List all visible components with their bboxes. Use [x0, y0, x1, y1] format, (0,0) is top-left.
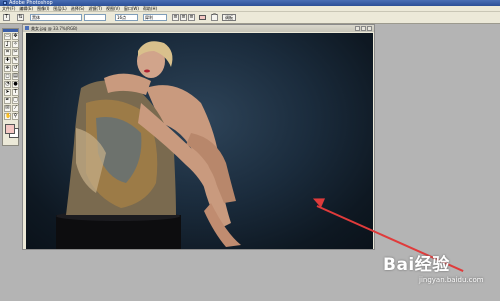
maximize-icon[interactable] [361, 26, 366, 31]
menu-window[interactable]: 窗口(W) [124, 6, 139, 12]
image-canvas[interactable] [26, 33, 373, 249]
palettes-button[interactable]: 调板 [222, 14, 236, 21]
stamp-tool[interactable]: ⎈ [4, 65, 11, 72]
document-titlebar[interactable]: 美女.jpg @ 33.7%(RGB) [23, 25, 374, 32]
document-title: 美女.jpg @ 33.7%(RGB) [31, 26, 78, 31]
path-select-tool[interactable]: ➤ [4, 89, 11, 96]
zoom-tool[interactable]: ⚲ [12, 113, 19, 120]
font-size-select[interactable]: 16点 [115, 14, 138, 21]
font-family-select[interactable]: 黑体 [30, 14, 82, 21]
watermark-url: jingyan.baidu.com [419, 276, 484, 284]
tool-grid: ▭ ✥ ʆ ✧ ⌗ ✂ ✚ ✎ ⎈ ↺ ◻ ▤ ◔ ● ➤ T ✒ ▢ ✉ ⁄ ✋ ⚲ [3, 32, 19, 121]
align-right-icon[interactable]: ≡ [188, 14, 195, 21]
menu-layer[interactable]: 图层(L) [53, 6, 66, 12]
lasso-tool[interactable]: ʆ [4, 41, 11, 48]
menu-image[interactable]: 图像(I) [37, 6, 49, 12]
watermark: Bai经验 jingyan.baidu.com [383, 250, 498, 298]
history-brush-tool[interactable]: ↺ [12, 65, 19, 72]
menu-view[interactable]: 视图(V) [106, 6, 120, 12]
magic-wand-tool[interactable]: ✧ [12, 41, 19, 48]
foreground-color-swatch[interactable] [5, 124, 15, 134]
color-swatches [4, 123, 19, 138]
move-tool[interactable]: ✥ [12, 33, 19, 40]
document-icon [25, 26, 29, 30]
minimize-icon[interactable] [355, 26, 360, 31]
gradient-tool[interactable]: ▤ [12, 73, 19, 80]
font-style-select[interactable] [84, 14, 106, 21]
eyedropper-tool[interactable]: ⁄ [12, 105, 19, 112]
notes-tool[interactable]: ✉ [4, 105, 11, 112]
toolbox: ▭ ✥ ʆ ✧ ⌗ ✂ ✚ ✎ ⎈ ↺ ◻ ▤ ◔ ● ➤ T ✒ ▢ ✉ ⁄ ✋ ⚲ [2, 28, 19, 146]
slice-tool[interactable]: ✂ [12, 49, 19, 56]
photoshop-app-icon [3, 1, 7, 5]
text-color-swatch[interactable] [199, 15, 206, 20]
hand-tool[interactable]: ✋ [4, 113, 11, 120]
options-bar: T ⇅ 黑体 16点 犀利 ≡ ≡ ≡ ⌒ 调板 [0, 12, 500, 24]
menu-file[interactable]: 文件(F) [2, 6, 15, 12]
align-left-icon[interactable]: ≡ [172, 14, 179, 21]
document-window-controls [355, 26, 372, 31]
menu-filter[interactable]: 滤镜(T) [88, 6, 102, 12]
align-center-icon[interactable]: ≡ [180, 14, 187, 21]
watermark-logo-text: Bai经验 [383, 255, 450, 275]
menu-edit[interactable]: 编辑(E) [19, 6, 33, 12]
text-orientation-icon[interactable]: ⇅ [17, 14, 24, 21]
close-icon[interactable] [367, 26, 372, 31]
watermark-logo: Bai经验 [383, 250, 498, 275]
pen-tool[interactable]: ✒ [4, 97, 11, 104]
healing-tool[interactable]: ✚ [4, 57, 11, 64]
menu-help[interactable]: 帮助(H) [143, 6, 157, 12]
photo-content [56, 41, 241, 249]
document-window: 美女.jpg @ 33.7%(RGB) [22, 24, 375, 250]
tool-preset-picker[interactable]: T [3, 14, 10, 21]
crop-tool[interactable]: ⌗ [4, 49, 11, 56]
eraser-tool[interactable]: ◻ [4, 73, 11, 80]
marquee-tool[interactable]: ▭ [4, 33, 11, 40]
blur-tool[interactable]: ◔ [4, 81, 11, 88]
antialias-select[interactable]: 犀利 [143, 14, 167, 21]
warp-text-icon[interactable]: ⌒ [211, 14, 218, 21]
brush-tool[interactable]: ✎ [12, 57, 19, 64]
type-tool[interactable]: T [12, 89, 19, 96]
dodge-tool[interactable]: ● [12, 81, 19, 88]
menu-select[interactable]: 选择(S) [71, 6, 85, 12]
shape-tool[interactable]: ▢ [12, 97, 19, 104]
lips [144, 69, 150, 73]
